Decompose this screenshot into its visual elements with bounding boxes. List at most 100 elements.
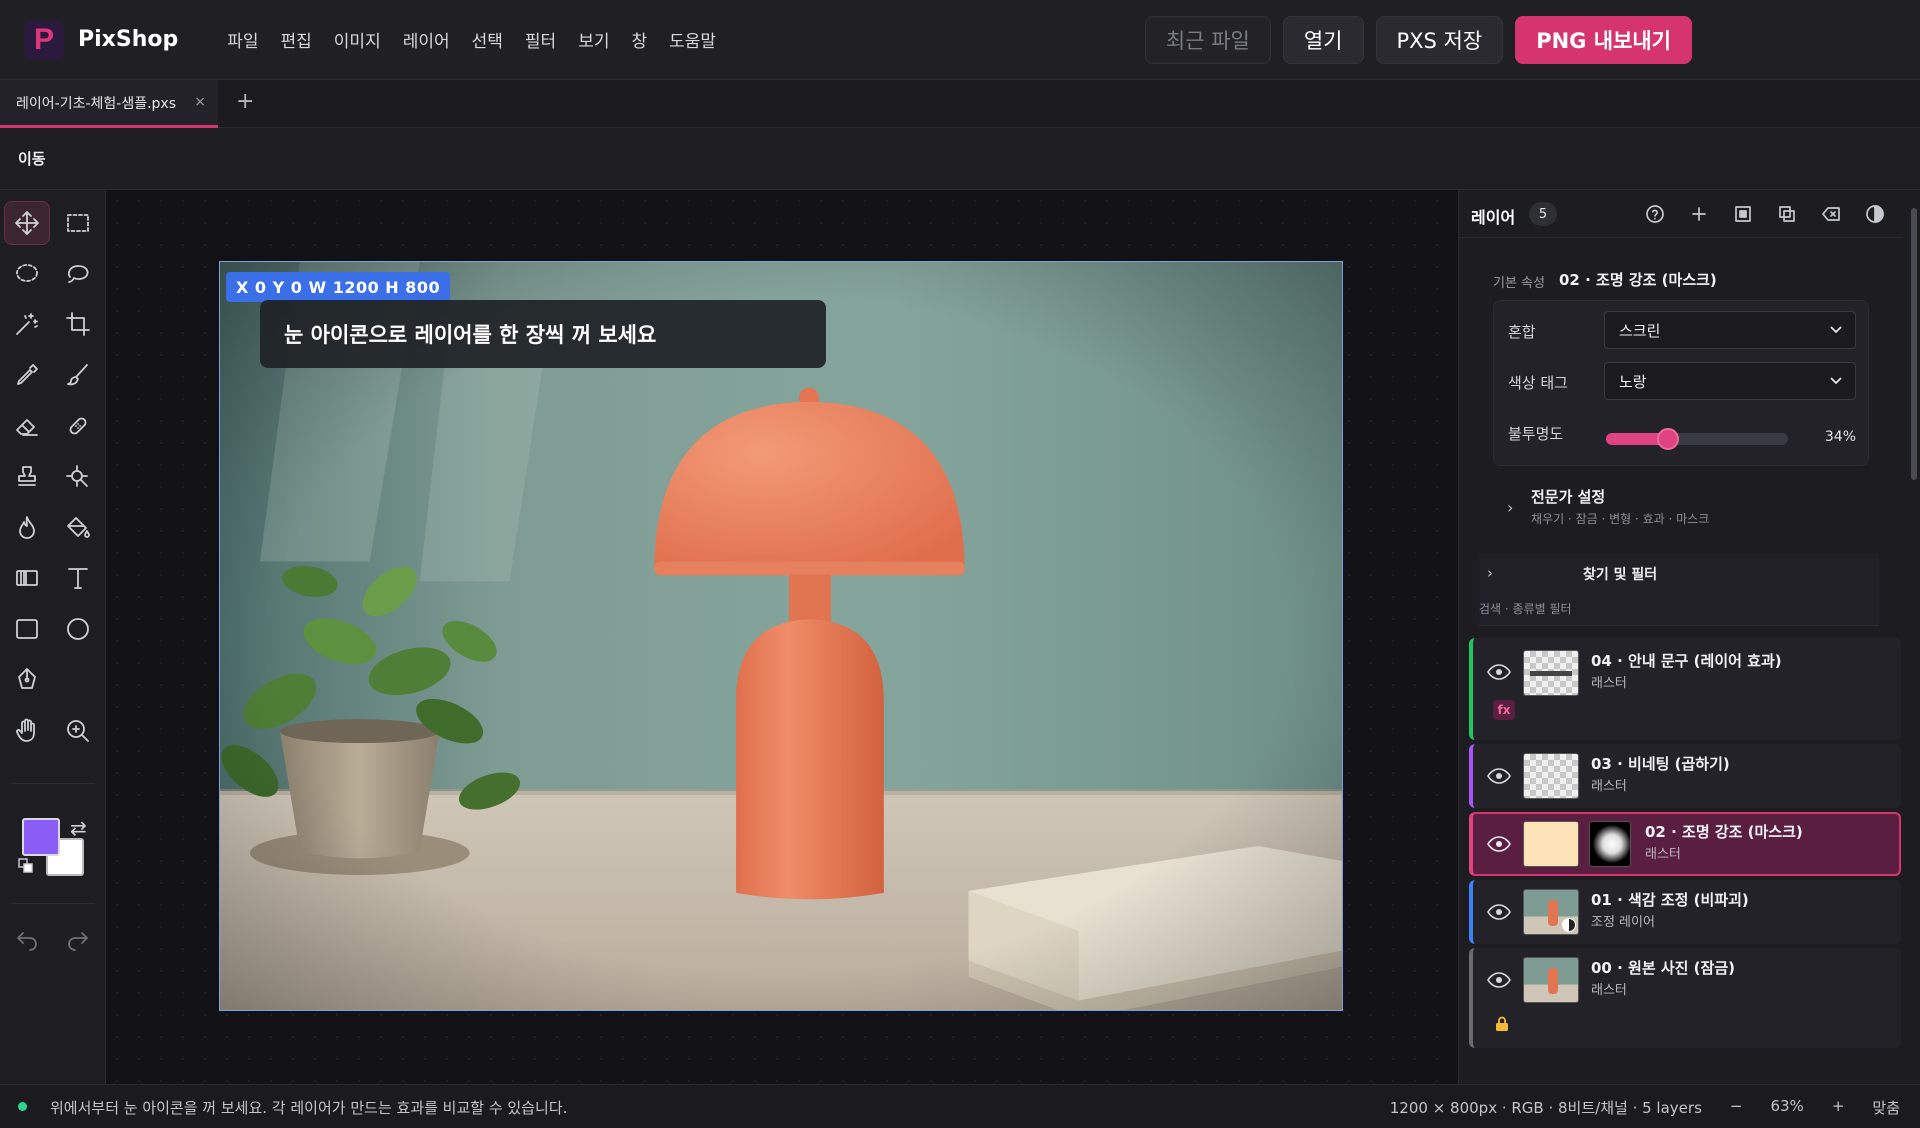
menu-window[interactable]: 창 <box>620 27 658 52</box>
zoom-out-button[interactable]: − <box>1730 1097 1743 1118</box>
pen-icon[interactable] <box>4 658 50 702</box>
layer-row[interactable]: 03 · 비네팅 (곱하기) 래스터 <box>1469 744 1901 808</box>
menu-view[interactable]: 보기 <box>567 27 620 52</box>
zoom-icon[interactable] <box>55 709 101 753</box>
advanced-settings-subtitle: 채우기 · 잠금 · 변형 · 효과 · 마스크 <box>1531 512 1710 526</box>
color-tag-label: 색상 태그 <box>1508 374 1568 392</box>
find-filter-expander[interactable]: › 찾기 및 필터 검색 · 종류별 필터 <box>1479 554 1879 626</box>
lamp-photo <box>220 262 1342 1010</box>
recent-files-button[interactable]: 최근 파일 <box>1144 16 1271 64</box>
document-info: 1200 × 800px · RGB · 8비트/채널 · 5 layers <box>1389 1099 1702 1117</box>
close-tab-icon[interactable]: × <box>194 94 206 110</box>
document-tab[interactable]: 레이어-기초-체험-샘플.pxs × <box>0 80 218 128</box>
brush-icon[interactable] <box>55 353 101 397</box>
stamp-icon[interactable] <box>4 455 50 499</box>
menu-image[interactable]: 이미지 <box>323 27 392 52</box>
menu-file[interactable]: 파일 <box>216 27 269 52</box>
opacity-slider-thumb[interactable] <box>1656 428 1679 450</box>
properties-layer-name: 02 · 조명 강조 (마스크) <box>1559 271 1717 289</box>
export-png-button[interactable]: PNG 내보내기 <box>1515 16 1692 64</box>
layer-row[interactable]: 01 · 색감 조정 (비파괴) 조정 레이어 <box>1469 880 1901 944</box>
foreground-color-swatch[interactable] <box>22 818 60 856</box>
layer-row-selected[interactable]: 02 · 조명 강조 (마스크) 래스터 <box>1469 812 1901 876</box>
magic-wand-icon[interactable] <box>4 302 50 346</box>
layer-row[interactable]: 00 · 원본 사진 (잠금) 래스터 <box>1469 948 1901 1048</box>
burn-icon[interactable] <box>4 506 50 550</box>
gradient-icon[interactable] <box>4 556 50 600</box>
layer-thumbnail <box>1523 889 1579 935</box>
eye-icon[interactable] <box>1487 972 1511 988</box>
color-tag-select[interactable]: 노랑 <box>1604 362 1856 400</box>
chevron-down-icon <box>1830 377 1842 385</box>
menu-layer[interactable]: 레이어 <box>392 27 461 52</box>
layers-panel-title: 레이어 <box>1471 208 1516 227</box>
properties-label: 기본 속성 <box>1493 276 1545 291</box>
color-tag-value: 노랑 <box>1619 372 1647 391</box>
blend-mode-select[interactable]: 스크린 <box>1604 311 1856 349</box>
text-icon[interactable] <box>55 556 101 600</box>
swap-colors-icon[interactable]: ⇄ <box>70 816 87 840</box>
eye-icon[interactable] <box>1487 664 1511 680</box>
layer-count-badge: 5 <box>1529 202 1557 226</box>
add-tab-icon[interactable]: + <box>236 89 254 114</box>
move-tool-icon[interactable] <box>4 201 50 245</box>
status-bar: 위에서부터 눈 아이콘을 꺼 보세요. 각 레이어가 만드는 효과를 비교할 수… <box>0 1084 1920 1128</box>
save-pxs-button[interactable]: PXS 저장 <box>1375 16 1504 64</box>
delete-layer-icon[interactable] <box>1815 200 1847 228</box>
lasso-icon[interactable] <box>55 251 101 295</box>
eyedropper-icon[interactable] <box>4 353 50 397</box>
document-canvas[interactable]: X 0 Y 0 W 1200 H 800 눈 아이콘으로 레이어를 한 장씩 꺼… <box>219 261 1343 1011</box>
menu-select[interactable]: 선택 <box>461 27 514 52</box>
menu-filter[interactable]: 필터 <box>514 27 567 52</box>
zoom-in-button[interactable]: + <box>1832 1097 1845 1118</box>
rectangle-icon[interactable] <box>4 607 50 651</box>
menu-help[interactable]: 도움말 <box>658 27 727 52</box>
layer-row[interactable]: 04 · 안내 문구 (레이어 효과) 래스터 fx <box>1469 638 1901 740</box>
panel-scrollbar[interactable] <box>1910 200 1918 1076</box>
canvas-workspace[interactable]: X 0 Y 0 W 1200 H 800 눈 아이콘으로 레이어를 한 장씩 꺼… <box>106 190 1458 1084</box>
zoom-level[interactable]: 63% <box>1770 1097 1803 1118</box>
options-bar: 이동 <box>0 128 1920 190</box>
panel-scroll-thumb[interactable] <box>1911 208 1917 480</box>
add-mask-icon[interactable] <box>1727 200 1759 228</box>
layer-kind: 래스터 <box>1591 676 1627 691</box>
blend-mode-value: 스크린 <box>1619 321 1661 340</box>
eye-icon[interactable] <box>1487 836 1511 852</box>
open-button[interactable]: 열기 <box>1282 16 1364 64</box>
eraser-icon[interactable] <box>4 404 50 448</box>
add-layer-icon[interactable] <box>1683 200 1715 228</box>
help-icon[interactable] <box>1639 200 1671 228</box>
fit-button[interactable]: 맞춤 <box>1872 1097 1900 1118</box>
app-logo: P <box>24 19 64 60</box>
paint-bucket-icon[interactable] <box>55 506 101 550</box>
healing-icon[interactable] <box>55 404 101 448</box>
layer-name: 00 · 원본 사진 (잠금) <box>1591 959 1735 977</box>
eye-icon[interactable] <box>1487 768 1511 784</box>
tool-bar: ⇄ <box>0 190 106 1084</box>
hand-icon[interactable] <box>4 709 50 753</box>
undo-icon[interactable] <box>4 917 50 961</box>
layer-mask-thumbnail[interactable] <box>1589 821 1631 867</box>
adjustment-layer-icon[interactable] <box>1859 200 1891 228</box>
duplicate-layer-icon[interactable] <box>1771 200 1803 228</box>
ellipse-select-icon[interactable] <box>4 251 50 295</box>
chevron-right-icon: › <box>1487 564 1493 582</box>
find-filter-title: 찾기 및 필터 <box>1583 567 1658 583</box>
spot-select-icon[interactable] <box>55 455 101 499</box>
layer-kind: 래스터 <box>1591 779 1627 794</box>
rect-marquee-icon[interactable] <box>55 201 101 245</box>
eye-icon[interactable] <box>1487 904 1511 920</box>
redo-icon[interactable] <box>55 917 101 961</box>
ellipse-icon[interactable] <box>55 607 101 651</box>
transform-dimensions-badge: X 0 Y 0 W 1200 H 800 <box>226 272 451 302</box>
status-message: 위에서부터 눈 아이콘을 꺼 보세요. 각 레이어가 만드는 효과를 비교할 수… <box>50 1099 568 1117</box>
menu-edit[interactable]: 편집 <box>270 27 323 52</box>
app-name: PixShop <box>78 27 179 52</box>
layer-kind: 래스터 <box>1591 983 1627 998</box>
layer-effects-badge[interactable]: fx <box>1493 700 1515 720</box>
opacity-slider[interactable] <box>1606 428 1788 450</box>
crop-icon[interactable] <box>55 302 101 346</box>
opacity-label: 불투명도 <box>1508 425 1564 443</box>
active-tool-name: 이동 <box>18 150 46 168</box>
default-colors-icon[interactable] <box>18 858 34 874</box>
